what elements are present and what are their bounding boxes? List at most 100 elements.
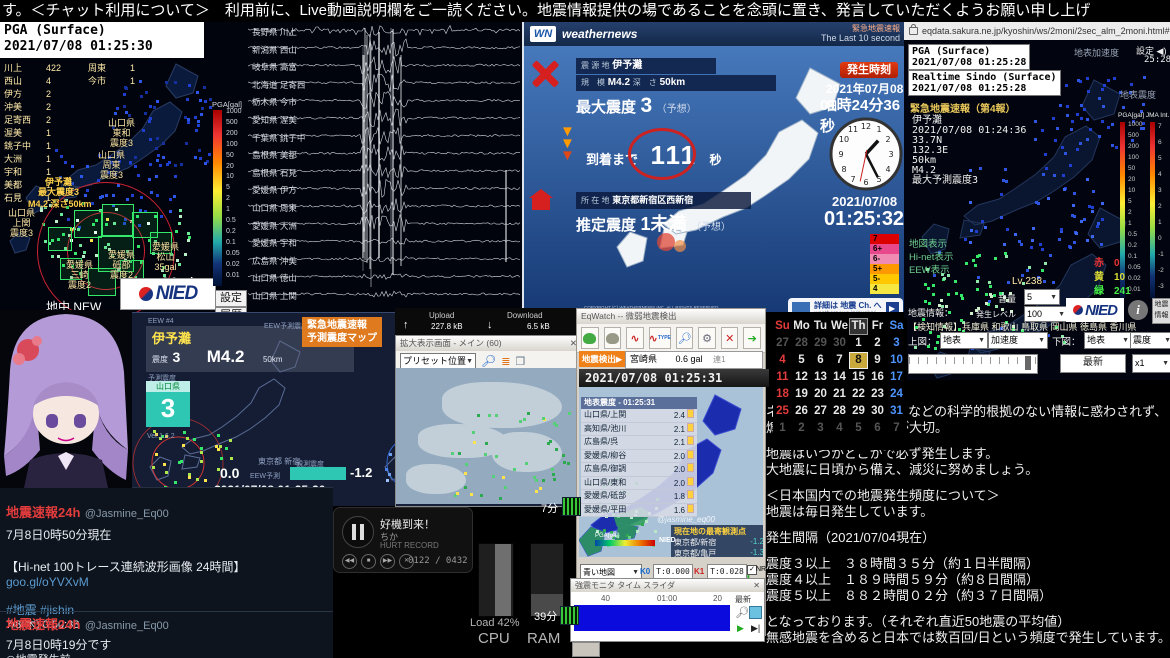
nied-logo-text: NIED [155,283,198,304]
download-value: 6.5 kB [527,322,550,331]
eew-intensity: 3 [172,349,181,365]
eqwatch-watermark: @jasmine_eq00 [657,515,715,524]
zoom-window-titlebar[interactable]: 拡大表示画面 - メイン (60) ✕ [396,336,581,351]
lower-layer-select[interactable]: 地表 ▼ [1084,332,1132,349]
pga-scale-ticks: 1000 500 200 100 50 20 10 5 2 1 0.5 0.2 0.1 0.05 0.02 0… [226,108,242,279]
monitor-menu[interactable]: 地図表示 Hi-net表示 EEW表示 [909,238,953,277]
cpu-label: CPU [478,630,510,647]
svg-text:3: 3 [888,150,893,159]
wn-alert-sub: The Last 10 second [820,33,900,43]
svg-text:1: 1 [876,125,881,134]
k1-field[interactable]: T:0.028 [707,564,747,579]
eew-pred-box: 山口県 3 [146,381,190,427]
browser-monitor-panel: eqdata.sakura.ne.jp/kyoshin/ws/2moni/2se… [904,22,1170,380]
preset-select[interactable]: プリセット位置 ▼ [400,353,476,369]
zoom-out-icon[interactable]: 🔎︎ [735,606,749,619]
speed-select[interactable]: x1 ▼ [1132,354,1170,373]
eqwatch-titlebar[interactable]: EqWatch -- 微弱地震検出 [577,309,765,324]
upload-label: Upload [429,311,455,320]
slider-titlebar[interactable]: 強震モニタ タイム スライダ ✕ [571,579,764,592]
kyoshin-title: PGA (Surface) [4,23,106,38]
next-icon[interactable]: ▶▶ [380,554,395,569]
eew-magnitude: M4.2 [206,347,245,366]
zoom-map-window: 拡大表示画面 - メイン (60) ✕ プリセット位置 ▼ 🔎︎ ≣ ❐ [395,335,582,507]
time-slider-monitor[interactable] [908,354,1038,374]
time-slider-window: 強震モニタ タイム スライダ ✕ 40 01:00 20 最新 🔎︎ ▶ ▶| [570,578,765,642]
eew-pred-pref: 山口県 [146,381,190,392]
eew-report-tag: EEW #4 [148,318,174,325]
stop-icon[interactable]: ■ [361,554,376,569]
analog-clock: 12369 1245 781011 [829,117,903,191]
play-icon[interactable]: ▶ [885,302,899,312]
eqwatch-face-gray-icon[interactable] [603,327,622,349]
gear-icon[interactable]: ⚙︎ [698,327,716,349]
go-arrow-icon[interactable]: ➔ [743,327,762,349]
wave-icon[interactable]: ∿ [626,327,644,349]
close-red-icon[interactable]: ✕ [720,327,739,349]
cascade-icon[interactable]: ❐ [515,355,525,368]
wn-epicenter-strip: 震 源 地 伊予灘 [576,58,716,74]
map-label-tobe: 愛媛県 砥部 震度2 [108,250,136,280]
track-counter: 0122 / 0432 [408,556,468,566]
close-icon[interactable]: ✕ [753,579,760,592]
weathernews-logo-icon: WN [530,26,556,42]
settings-button[interactable]: 設定 [215,290,247,307]
latest-button[interactable]: 最新 [1060,354,1126,373]
tweet-handle[interactable]: @Jasmine_Eq00 [85,508,169,520]
label-surface-sindo: 地表震度 [1120,90,1157,100]
tweet-link[interactable]: goo.gl/oYVXvM [6,575,245,590]
eew-local-pred-label: EEW予測 [250,473,280,480]
eqwatch-toolbar: ∿ ∿ TYPE 🔎︎ ⚙︎ ✕ ➔ [577,324,765,353]
latest-label: 最新 [735,595,751,604]
level-label: 発生レベル [976,310,1016,319]
slider-handle[interactable] [1025,356,1031,370]
upper-kind-select[interactable]: 加速度 ▼ [988,332,1048,349]
detect-field: 宮崎県 0.6 gal 連1 [625,351,763,369]
eqwatch-intensity-list: 地表震度 - 01:25:31 山口県/上関 2.4 高知県/池川 2.1 広島県/呉 2… [581,397,697,517]
track-label: HURT RECORD [380,541,439,550]
upload-arrow-icon: ↑ [403,319,409,331]
volume-label: 音量 [998,294,1017,304]
wave-type-icon[interactable]: ∿ TYPE [649,327,671,349]
arrival-circle-mark [628,128,696,180]
download-arrow-icon: ↓ [487,319,493,331]
calendar-header: Su Mo Tu We Th Fr Sa [773,318,907,335]
eqwatch-face-green-icon[interactable] [581,327,599,349]
eew-obs-value: -1.2 [350,465,373,480]
volume-select[interactable]: 5 ▼ [1024,289,1060,305]
tweet-2[interactable]: 地震速報24h @Jasmine_Eq00 7月8日0時19分です ◎地震発生前… [6,614,245,658]
wn-est-int: 1未満 [640,214,687,234]
tick-0100: 01:00 [657,594,678,603]
monitor-box-sindo: Realtime Sindo (Surface) 2021/07/08 01:25… [908,70,1061,96]
skip-end-icon[interactable]: ▶| [751,623,760,634]
wn-epicenter: 伊予灘 [612,60,643,71]
monitor-scale-gal-ticks: 1000 500 200 100 50 20 10 5 2 1 0.5 0.2 0.1 0.05 0.02 0… [1128,121,1143,293]
pause-icon[interactable] [342,516,374,548]
level-bar-icon [687,436,694,445]
k0-field[interactable]: T:0.000 [653,564,693,579]
corner-icon[interactable] [749,606,762,619]
level-bar-icon [687,449,694,459]
stream-screen: す。＜チャット利用について＞ 利用前に、Live動画説明欄をご一読ください。地震… [0,0,1170,658]
wn-quake-channel-badge[interactable]: 詳細は 地震 Ch. へ weathernews.jp/quake/ ▶ [788,298,903,312]
lower-kind-select[interactable]: 震度 ▼ [1130,332,1170,349]
waveform-mini-icon [562,497,581,516]
upper-layer-select[interactable]: 地表 ▼ [940,332,988,349]
magnifier-icon[interactable]: 🔎︎ [481,354,496,368]
browser-url-bar[interactable]: eqdata.sakura.ne.jp/kyoshin/ws/2moni/2se… [904,22,1170,40]
search-icon[interactable]: 🔎︎ [675,327,694,349]
info-icon[interactable]: i [1128,300,1148,320]
slider-bar[interactable] [574,605,730,631]
tweet-author[interactable]: 地震速報24h [6,505,80,520]
prev-icon[interactable]: ◀◀ [342,554,357,569]
detect-pref: 宮崎県 [630,354,658,364]
badge-thumbnail [792,301,810,312]
url-text: eqdata.sakura.ne.jp/kyoshin/ws/2moni/2se… [922,26,1170,36]
kyoshin-timestamp: 2021/07/08 01:25:30 [4,39,153,54]
eew-pred-value: 3 [160,393,176,423]
list-icon[interactable]: ≣ [501,355,510,368]
map-label-misaki: 愛媛県 三崎 震度2 [66,260,94,290]
play-icon[interactable]: ▶ [737,623,744,634]
cpu-load: Load 42% [470,617,520,629]
eew-cross-icon [530,60,562,92]
